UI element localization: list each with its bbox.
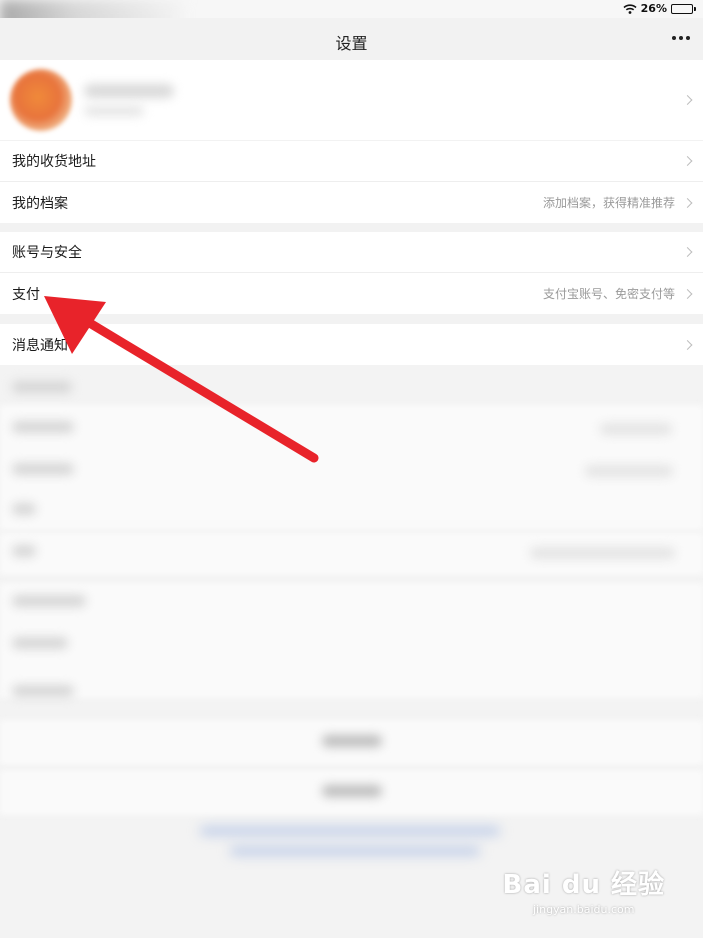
menu-item-account-security[interactable]: 账号与安全: [0, 232, 703, 273]
more-icon[interactable]: [669, 28, 693, 48]
blurred-text: [12, 685, 74, 697]
blurred-text: [12, 503, 36, 515]
blurred-text: [12, 463, 74, 475]
menu-item-label: 支付: [12, 286, 40, 303]
chevron-right-icon: [682, 247, 693, 257]
menu-item-label: 我的收货地址: [12, 154, 96, 170]
battery-icon: [671, 3, 696, 14]
menu-group-2: 账号与安全 支付 支付宝账号、免密支付等: [0, 232, 703, 314]
menu-item-label: 账号与安全: [12, 245, 82, 261]
profile-sub-blurred: [84, 106, 144, 116]
menu-item-payment[interactable]: 支付 支付宝账号、免密支付等: [0, 273, 703, 314]
blurred-content-area: [0, 365, 703, 938]
status-right: 26%: [623, 2, 696, 15]
chevron-right-icon: [682, 156, 693, 166]
profile-row[interactable]: [0, 60, 703, 140]
watermark-url: jingyan.baidu.com: [532, 903, 635, 916]
blurred-text: [12, 381, 72, 393]
avatar: [10, 69, 72, 131]
menu-item-hint: 支付宝账号、免密支付等: [542, 287, 675, 301]
blurred-list: [0, 583, 703, 698]
menu-item-address[interactable]: 我的收货地址: [0, 141, 703, 182]
chevron-right-icon: [682, 95, 693, 105]
menu-item-label: 我的档案: [12, 195, 68, 212]
blurred-text: [12, 545, 36, 557]
blurred-text: [585, 465, 673, 477]
watermark-brand: Bai du 经验: [502, 870, 665, 900]
blurred-link: [200, 827, 500, 835]
chevron-right-icon: [682, 197, 693, 208]
battery-percent: 26%: [640, 2, 667, 15]
menu-item-profile-archive[interactable]: 我的档案 添加档案，获得精准推荐: [0, 182, 703, 223]
chevron-right-icon: [682, 288, 693, 299]
blurred-text: [12, 421, 74, 433]
blurred-text: [12, 595, 86, 607]
profile-name-blurred: [84, 84, 174, 98]
wifi-icon: [623, 3, 637, 14]
menu-item-label: 消息通知: [12, 337, 68, 354]
blurred-text: [530, 547, 675, 559]
baidu-jingyan-watermark: Bai du 经验 jingyan.baidu.com: [503, 864, 666, 916]
menu-group-3: 消息通知: [0, 324, 703, 365]
status-bar: 26%: [0, 0, 703, 40]
page-title: 设置: [335, 34, 368, 53]
menu-item-notifications[interactable]: 消息通知: [0, 324, 703, 365]
blurred-link: [230, 847, 480, 855]
blurred-text: [12, 637, 68, 649]
blurred-text: [600, 423, 672, 435]
menu-item-hint: 添加档案，获得精准推荐: [542, 196, 675, 210]
menu-group-1: 我的收货地址 我的档案 添加档案，获得精准推荐: [0, 141, 703, 223]
blurred-text: [322, 735, 382, 747]
chevron-right-icon: [682, 339, 693, 350]
blurred-text: [322, 785, 382, 797]
nav-bar: 设置: [0, 18, 703, 60]
